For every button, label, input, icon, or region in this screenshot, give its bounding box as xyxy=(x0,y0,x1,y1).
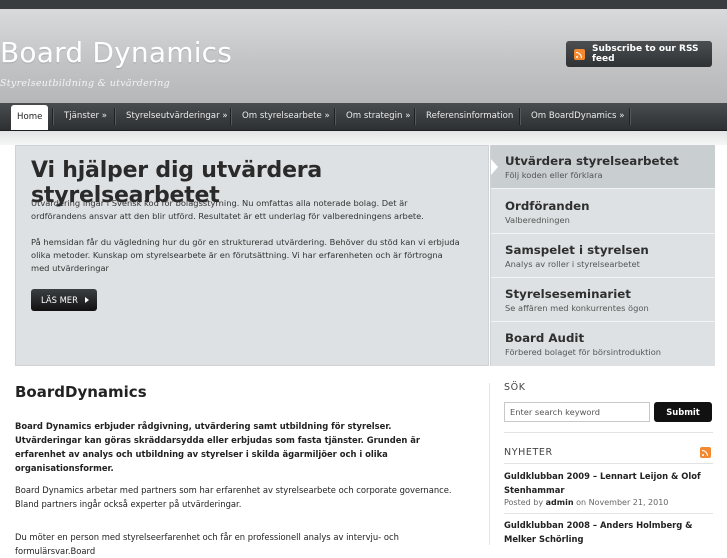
nav-separator xyxy=(334,108,335,125)
main-paragraph: Board Dynamics arbetar med partners som … xyxy=(15,485,452,509)
search-submit-button[interactable]: Submit xyxy=(654,402,712,422)
featured-item-utvardera[interactable]: Utvärdera styrelsearbetet Följ koden ell… xyxy=(491,145,715,189)
featured-item-title: Utvärdera styrelsearbetet xyxy=(505,154,679,168)
featured-item-subtitle: Förbered bolaget för börsintroduktion xyxy=(505,347,662,357)
read-more-button[interactable]: LÄS MER xyxy=(31,289,97,311)
nav-referensinformation[interactable]: Referensinformation xyxy=(426,103,513,130)
featured-item-board-audit[interactable]: Board Audit Förbered bolaget för börsint… xyxy=(491,322,715,366)
site-tagline: Styrelseutbildning & utvärdering xyxy=(0,78,171,89)
nav-separator xyxy=(230,108,231,125)
news-meta-date: November 21, 2010 xyxy=(588,498,669,507)
nav-separator xyxy=(519,108,520,125)
nav-separator xyxy=(414,108,415,125)
main-nav: Home Tjänster » Styrelseutvärderingar » … xyxy=(0,103,727,131)
arrow-right-icon xyxy=(85,297,89,303)
news-item-title[interactable]: Guldklubban 2008 – Anders Holmberg & Mel… xyxy=(504,519,709,546)
top-strip xyxy=(0,0,727,9)
featured-panel: Vi hjälper dig utvärdera styrelsearbetet… xyxy=(15,145,489,366)
main-paragraph: Du möter en person med styrelseerfarenhe… xyxy=(15,532,399,556)
featured-item-title: Styrelseseminariet xyxy=(505,287,631,301)
sidebar-divider xyxy=(504,463,713,464)
sidebar-divider xyxy=(504,513,713,514)
featured-item-subtitle: Valberedningen xyxy=(505,215,570,225)
rss-icon xyxy=(574,48,585,60)
news-item-meta: Posted by admin on November 21, 2010 xyxy=(504,498,668,507)
featured-item-samspelet[interactable]: Samspelet i styrelsen Analys av roller i… xyxy=(491,234,715,278)
read-more-label: LÄS MER xyxy=(41,295,78,305)
rss-icon[interactable] xyxy=(700,447,711,458)
nav-tjanster[interactable]: Tjänster » xyxy=(64,103,107,130)
nav-styrelseutvarderingar[interactable]: Styrelseutvärderingar » xyxy=(126,103,228,130)
main-title: BoardDynamics xyxy=(15,383,147,401)
rss-subscribe-label: Subscribe to our RSS feed xyxy=(592,44,699,64)
featured-item-title: Ordföranden xyxy=(505,199,590,213)
main-intro: Board Dynamics erbjuder rådgivning, utvä… xyxy=(15,421,421,473)
featured-item-subtitle: Analys av roller i styrelsearbetet xyxy=(505,259,640,269)
news-meta-posted-by: Posted by xyxy=(504,498,544,507)
featured-item-title: Samspelet i styrelsen xyxy=(505,243,649,257)
nav-underband xyxy=(0,131,727,145)
news-item-title[interactable]: Guldklubban 2009 – Lennart Leijon & Olof… xyxy=(504,470,709,497)
featured-item-ordforanden[interactable]: Ordföranden Valberedningen xyxy=(491,190,715,234)
nav-separator xyxy=(52,108,53,125)
sidebar-divider xyxy=(504,432,713,433)
news-heading: NYHETER xyxy=(504,447,553,458)
nav-separator xyxy=(629,108,630,125)
nav-home[interactable]: Home xyxy=(11,105,49,130)
nav-om-boarddynamics[interactable]: Om BoardDynamics » xyxy=(531,103,625,130)
search-heading: SÖK xyxy=(504,382,526,393)
site-title[interactable]: Board Dynamics xyxy=(0,36,232,69)
featured-list: Utvärdera styrelsearbetet Följ koden ell… xyxy=(490,145,715,366)
featured-item-subtitle: Se affären med konkurrentes ögon xyxy=(505,303,649,313)
featured-paragraph: Utvärdering ingår i Svensk kod för bolag… xyxy=(31,198,424,222)
news-meta-on: on xyxy=(576,498,587,507)
featured-item-subtitle: Följ koden eller förklara xyxy=(505,170,603,180)
rss-subscribe-button[interactable]: Subscribe to our RSS feed xyxy=(566,41,712,67)
nav-om-styrelsearbete[interactable]: Om styrelsearbete » xyxy=(242,103,330,130)
news-meta-author[interactable]: admin xyxy=(546,498,574,507)
column-divider xyxy=(489,383,490,545)
featured-item-styrelseseminariet[interactable]: Styrelseseminariet Se affären med konkur… xyxy=(491,278,715,322)
featured-paragraph: På hemsidan får du vägledning hur du gör… xyxy=(31,237,460,274)
search-input[interactable] xyxy=(504,402,650,422)
featured-item-title: Board Audit xyxy=(505,331,585,345)
nav-om-strategin[interactable]: Om strategin » xyxy=(346,103,410,130)
site-header: Board Dynamics Styrelseutbildning & utvä… xyxy=(0,9,727,103)
nav-separator xyxy=(114,108,115,125)
